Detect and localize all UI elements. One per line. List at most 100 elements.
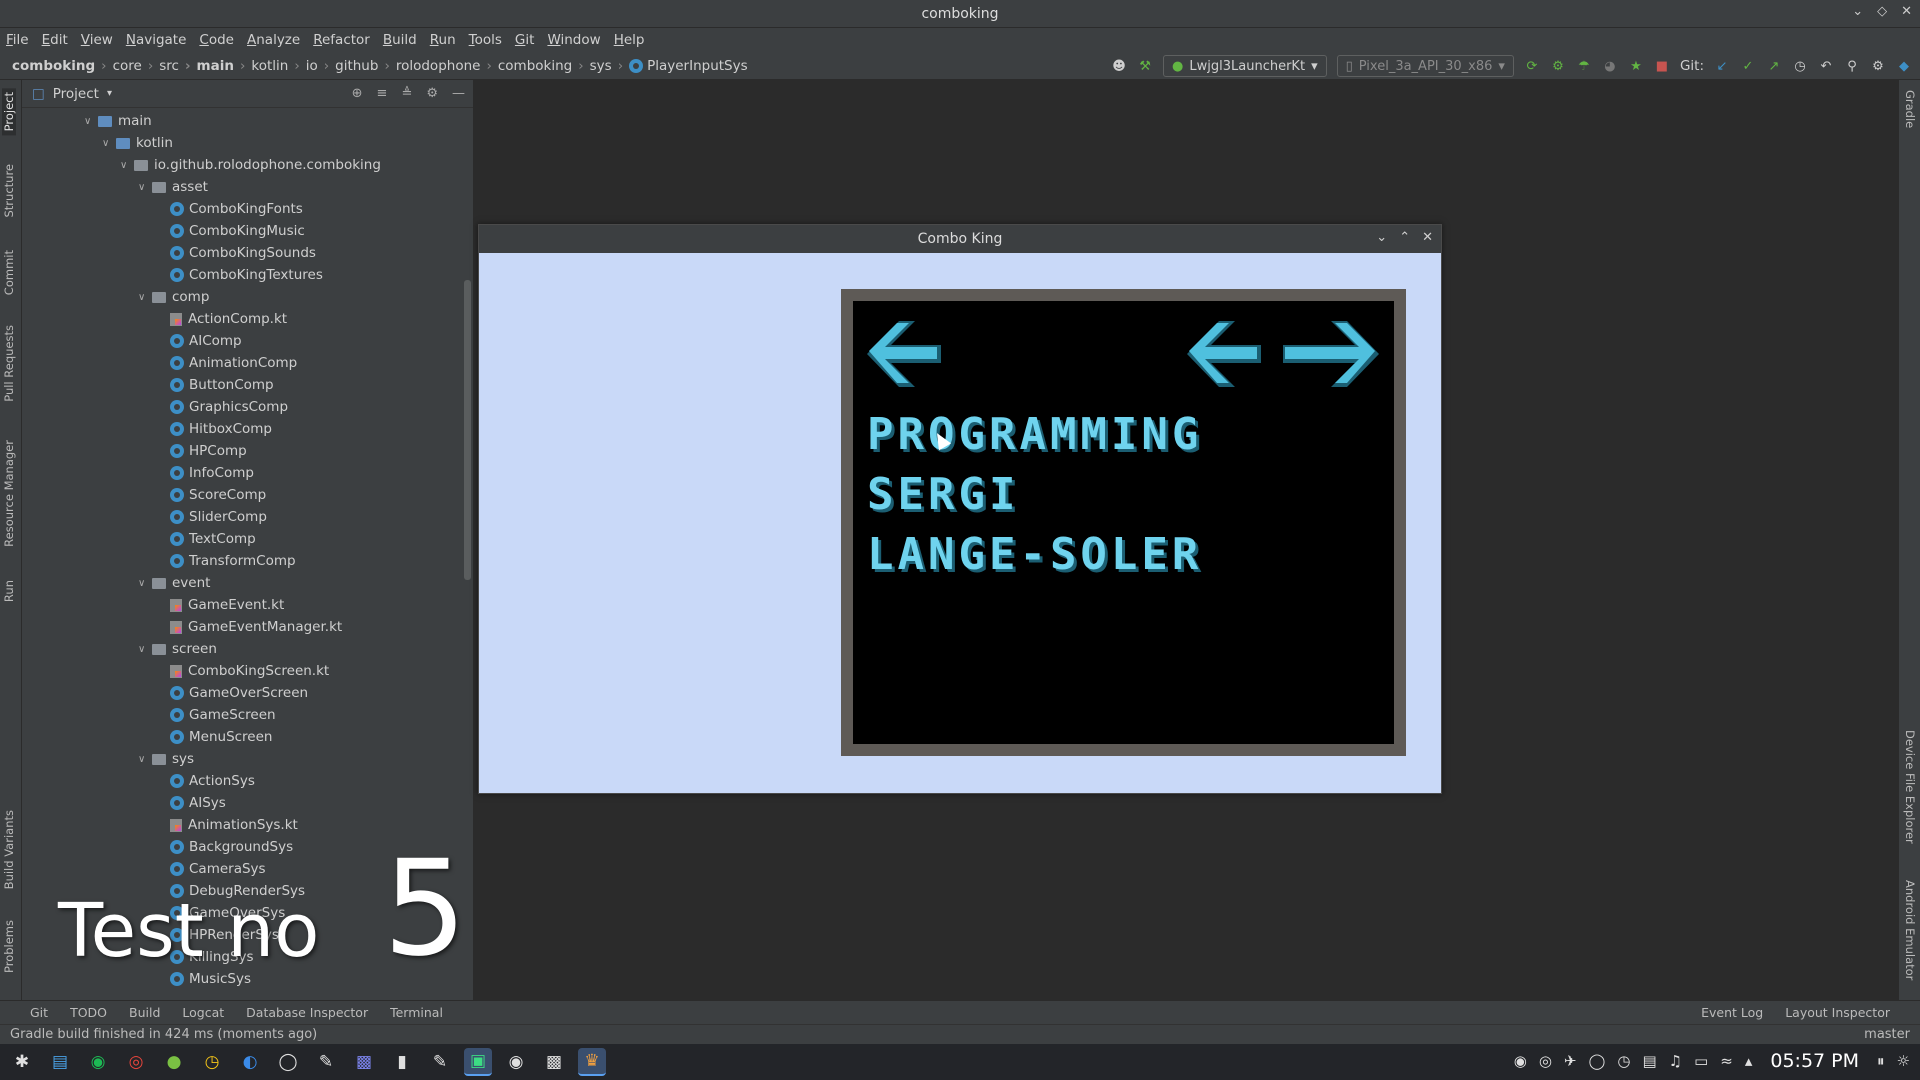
tree-item[interactable]: ∨ main — [84, 110, 152, 132]
editor-app-icon[interactable]: ✎ — [426, 1048, 454, 1076]
locate-icon[interactable]: ⊕ — [352, 86, 363, 101]
tab-layout-inspector[interactable]: Layout Inspector — [1785, 1005, 1890, 1020]
tree-item[interactable]: TransformComp — [156, 550, 296, 572]
tree-item[interactable]: GameScreen — [156, 704, 276, 726]
tree-item[interactable]: AIComp — [156, 330, 242, 352]
right-arrow-icon[interactable] — [1283, 321, 1379, 387]
tree-item[interactable]: ∨ asset — [138, 176, 208, 198]
file-manager-icon[interactable]: ▤ — [46, 1048, 74, 1076]
stop-icon[interactable]: ■ — [1654, 58, 1670, 74]
tree-item[interactable]: ∨ sys — [138, 748, 194, 770]
expand-arrow-icon[interactable]: ∨ — [138, 754, 152, 765]
toolbox-icon[interactable]: ◆ — [1896, 58, 1912, 74]
android-studio-icon[interactable]: ▣ — [464, 1048, 492, 1076]
menu-refactor[interactable]: Refactor — [313, 32, 370, 48]
disk-icon[interactable]: ◯ — [274, 1048, 302, 1076]
git-push-icon[interactable]: ↗ — [1766, 58, 1782, 74]
tree-item[interactable]: ComboKingTextures — [156, 264, 323, 286]
breadcrumb-item[interactable]: io — [288, 58, 318, 74]
chrome-icon[interactable]: ◎ — [122, 1048, 150, 1076]
tree-item[interactable]: HitboxComp — [156, 418, 272, 440]
breadcrumb-item[interactable]: core — [95, 58, 142, 74]
breadcrumb-item[interactable]: rolodophone — [378, 58, 481, 74]
breadcrumb-item[interactable]: main — [179, 58, 234, 74]
tab-todo[interactable]: TODO — [70, 1005, 107, 1020]
tree-item[interactable]: AISys — [156, 792, 226, 814]
menu-tools[interactable]: Tools — [469, 32, 502, 48]
tab-terminal[interactable]: Terminal — [390, 1005, 443, 1020]
restore-icon[interactable]: ◇ — [1877, 4, 1887, 19]
git-update-icon[interactable]: ↙ — [1714, 58, 1730, 74]
search-icon[interactable]: ⚲ — [1844, 58, 1860, 74]
debug-icon[interactable]: ⚙ — [1550, 58, 1566, 74]
tree-item[interactable]: GameEvent.kt — [156, 594, 284, 616]
tree-item[interactable]: TextComp — [156, 528, 256, 550]
notifications-icon[interactable]: ☼ — [1897, 1052, 1910, 1070]
tab-git[interactable]: Git — [30, 1005, 48, 1020]
terminal-icon[interactable]: ▩ — [540, 1048, 568, 1076]
tab-run[interactable]: Run — [2, 580, 16, 602]
tab-build-variants[interactable]: Build Variants — [2, 810, 16, 889]
expand-arrow-icon[interactable]: ∨ — [138, 578, 152, 589]
menu-navigate[interactable]: Navigate — [126, 32, 187, 48]
clock[interactable]: 05:57 PM — [1770, 1050, 1859, 1072]
obs-icon[interactable]: ◉ — [502, 1048, 530, 1076]
tab-pull-requests[interactable]: Pull Requests — [2, 325, 16, 402]
clipboard-icon[interactable]: ▤ — [1642, 1052, 1656, 1070]
minimize-icon[interactable]: ⌄ — [1376, 230, 1387, 245]
close-icon[interactable]: ✕ — [1901, 4, 1912, 19]
gear-icon[interactable]: ⚙ — [426, 86, 438, 101]
tab-logcat[interactable]: Logcat — [182, 1005, 224, 1020]
status-message[interactable]: Gradle build finished in 424 ms (moments… — [10, 1027, 317, 1042]
tab-structure[interactable]: Structure — [2, 164, 16, 218]
breadcrumb-item[interactable]: src — [142, 58, 179, 74]
tab-database-inspector[interactable]: Database Inspector — [246, 1005, 368, 1020]
maximize-icon[interactable]: ⌃ — [1399, 230, 1410, 245]
tree-item[interactable]: ∨ io.github.rolodophone.comboking — [120, 154, 381, 176]
hide-icon[interactable]: — — [452, 86, 465, 101]
collapse-all-icon[interactable]: ≜ — [401, 86, 412, 101]
tab-project[interactable]: Project — [2, 88, 16, 136]
tree-item[interactable]: AnimationSys.kt — [156, 814, 298, 836]
tab-resource-manager[interactable]: Resource Manager — [2, 440, 16, 547]
breadcrumb-item[interactable]: PlayerInputSys — [612, 58, 748, 74]
minimize-icon[interactable]: ⌄ — [1852, 4, 1863, 19]
clock-app-icon[interactable]: ◷ — [198, 1048, 226, 1076]
tree-item[interactable]: ScoreComp — [156, 484, 266, 506]
tree-item[interactable]: ComboKingFonts — [156, 198, 303, 220]
tree-item[interactable]: ComboKingSounds — [156, 242, 316, 264]
tray-clock-icon[interactable]: ◷ — [1617, 1052, 1630, 1070]
expand-arrow-icon[interactable]: ∨ — [138, 292, 152, 303]
wifi-icon[interactable]: ≈ — [1720, 1052, 1733, 1070]
menu-code[interactable]: Code — [199, 32, 234, 48]
tree-item[interactable]: ∨ comp — [138, 286, 209, 308]
tray-obs-icon[interactable]: ◎ — [1539, 1052, 1552, 1070]
project-panel-title[interactable]: Project — [53, 86, 99, 102]
teams-icon[interactable]: ▩ — [350, 1048, 378, 1076]
menu-file[interactable]: File — [6, 32, 29, 48]
tree-item[interactable]: GameOverScreen — [156, 682, 308, 704]
expand-arrow-icon[interactable]: ∨ — [138, 182, 152, 193]
run-config-select[interactable]: ● Lwjgl3LauncherKt ▾ — [1163, 55, 1327, 77]
browser-icon[interactable]: ◐ — [236, 1048, 264, 1076]
expand-arrow-icon[interactable]: ∨ — [84, 116, 98, 127]
tree-item[interactable]: ∨ screen — [138, 638, 217, 660]
tree-item[interactable]: SliderComp — [156, 506, 267, 528]
tray-steam-icon[interactable]: ◯ — [1589, 1052, 1606, 1070]
breadcrumb-item[interactable]: github — [318, 58, 378, 74]
left-arrow-icon[interactable] — [1187, 321, 1261, 387]
app-y-icon[interactable]: ● — [160, 1048, 188, 1076]
expand-arrow-icon[interactable]: ∨ — [102, 138, 116, 149]
menu-analyze[interactable]: Analyze — [247, 32, 300, 48]
notes-icon[interactable]: ✎ — [312, 1048, 340, 1076]
breadcrumb-item[interactable]: comboking — [12, 58, 95, 74]
attach-debugger-icon[interactable]: ★ — [1628, 58, 1644, 74]
expand-all-icon[interactable]: ≡ — [377, 86, 388, 101]
menu-run[interactable]: Run — [430, 32, 456, 48]
tree-item[interactable]: ComboKingScreen.kt — [156, 660, 329, 682]
tree-item[interactable]: HPComp — [156, 440, 247, 462]
chevron-down-icon[interactable]: ▾ — [107, 88, 112, 99]
menu-window[interactable]: Window — [547, 32, 600, 48]
tab-device-file-explorer[interactable]: Device File Explorer — [1903, 730, 1917, 844]
tree-item[interactable]: ∨ event — [138, 572, 210, 594]
